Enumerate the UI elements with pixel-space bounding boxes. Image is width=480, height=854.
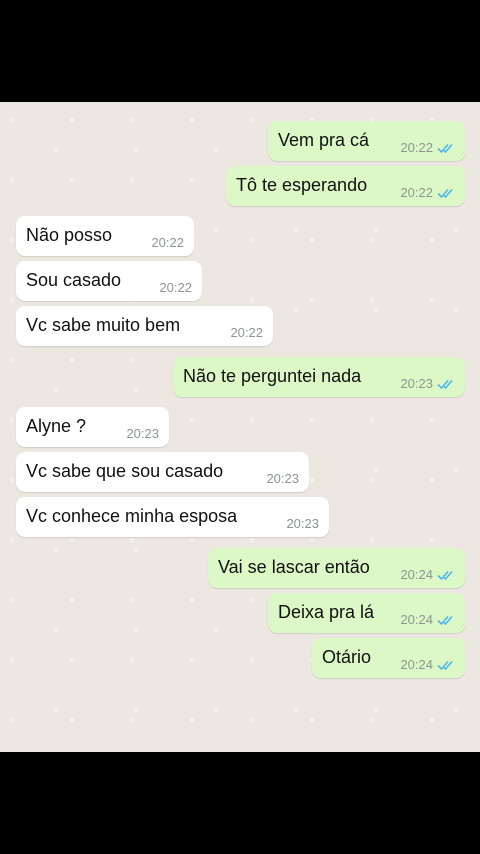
- double-check-read-icon: [437, 615, 453, 625]
- message-text: Vc conhece minha esposa: [26, 506, 238, 526]
- message-meta: 20:24: [400, 657, 455, 672]
- message-meta: 20:23: [126, 426, 159, 441]
- message-outgoing[interactable]: Tô te esperando 20:22: [226, 166, 465, 206]
- message-text: Deixa pra lá: [278, 602, 375, 622]
- message-text: Não te perguntei nada: [183, 366, 362, 386]
- message-time: 20:22: [151, 235, 184, 250]
- chat-area[interactable]: Vem pra cá 20:22 Tô te esperando 20:22 N…: [0, 102, 480, 752]
- message-text: Não posso: [26, 225, 113, 245]
- message-time: 20:22: [230, 325, 263, 340]
- message-time: 20:23: [400, 376, 433, 391]
- message-outgoing[interactable]: Vai se lascar então 20:24: [208, 548, 465, 588]
- message-meta: 20:22: [230, 325, 263, 340]
- message-time: 20:24: [400, 657, 433, 672]
- top-letterbox: [0, 0, 480, 102]
- double-check-read-icon: [437, 660, 453, 670]
- double-check-read-icon: [437, 143, 453, 153]
- message-text: Vc sabe muito bem: [26, 315, 181, 335]
- message-meta: 20:23: [400, 376, 455, 391]
- message-time: 20:24: [400, 612, 433, 627]
- message-time: 20:23: [126, 426, 159, 441]
- message-incoming[interactable]: Vc sabe que sou casado 20:23: [16, 452, 309, 492]
- message-outgoing[interactable]: Não te perguntei nada 20:23: [173, 357, 465, 397]
- message-time: 20:23: [266, 471, 299, 486]
- message-time: 20:22: [400, 140, 433, 155]
- bottom-letterbox: [0, 752, 480, 854]
- message-incoming[interactable]: Vc sabe muito bem 20:22: [16, 306, 273, 346]
- message-meta: 20:22: [400, 185, 455, 200]
- message-incoming[interactable]: Sou casado 20:22: [16, 261, 202, 301]
- message-incoming[interactable]: Alyne ? 20:23: [16, 407, 169, 447]
- message-meta: 20:22: [151, 235, 184, 250]
- message-meta: 20:23: [286, 516, 319, 531]
- message-incoming[interactable]: Não posso 20:22: [16, 216, 194, 256]
- message-text: Alyne ?: [26, 416, 87, 436]
- message-meta: 20:22: [159, 280, 192, 295]
- message-meta: 20:22: [400, 140, 455, 155]
- message-time: 20:24: [400, 567, 433, 582]
- message-outgoing[interactable]: Deixa pra lá 20:24: [268, 593, 465, 633]
- message-time: 20:22: [159, 280, 192, 295]
- message-outgoing[interactable]: Otário 20:24: [312, 638, 465, 678]
- message-meta: 20:24: [400, 612, 455, 627]
- double-check-read-icon: [437, 188, 453, 198]
- message-text: Vai se lascar então: [218, 557, 370, 577]
- message-incoming[interactable]: Vc conhece minha esposa 20:23: [16, 497, 329, 537]
- double-check-read-icon: [437, 570, 453, 580]
- message-meta: 20:23: [266, 471, 299, 486]
- message-text: Sou casado: [26, 270, 122, 290]
- double-check-read-icon: [437, 379, 453, 389]
- message-text: Vc sabe que sou casado: [26, 461, 224, 481]
- message-text: Tô te esperando: [236, 175, 368, 195]
- message-time: 20:23: [286, 516, 319, 531]
- message-meta: 20:24: [400, 567, 455, 582]
- message-time: 20:22: [400, 185, 433, 200]
- message-text: Otário: [322, 647, 372, 667]
- message-outgoing[interactable]: Vem pra cá 20:22: [268, 121, 465, 161]
- message-text: Vem pra cá: [278, 130, 370, 150]
